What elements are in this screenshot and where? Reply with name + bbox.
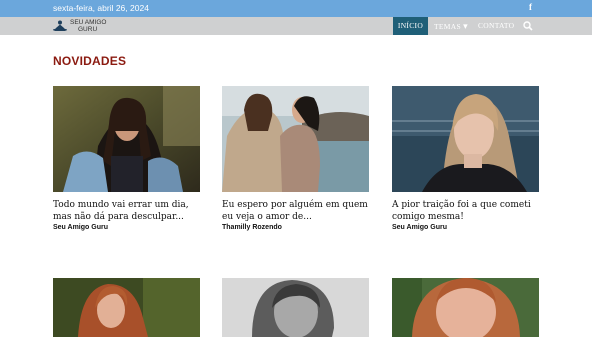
facebook-icon[interactable]: f (529, 2, 532, 12)
nav-temas-label: TEMAS (434, 22, 461, 31)
post-author[interactable]: Seu Amigo Guru (392, 224, 447, 231)
post-title[interactable]: A pior traição foi a que cometi comigo m… (392, 199, 544, 223)
post-author[interactable]: Thamilly Rozendo (222, 224, 282, 231)
post-image-woman-portrait[interactable] (392, 86, 539, 192)
site-logo[interactable]: SEU AMIGO GURU (53, 18, 106, 34)
current-date: sexta-feira, abril 26, 2024 (53, 3, 149, 13)
post-image-freckled-woman[interactable] (392, 278, 539, 342)
logo-line2: GURU (78, 26, 98, 33)
search-icon[interactable] (523, 17, 533, 35)
nav-contato[interactable]: CONTATO (478, 17, 514, 35)
section-title: NOVIDADES (53, 54, 127, 68)
post-title[interactable]: Todo mundo vai errar um dia, mas não dá … (53, 199, 205, 223)
post-image-elderly-woman[interactable] (222, 278, 369, 338)
post-author[interactable]: Seu Amigo Guru (53, 224, 108, 231)
post-card[interactable]: Eu espero por alguém em quem eu veja o a… (222, 86, 369, 231)
post-image-woman-smiling[interactable] (53, 86, 200, 192)
post-card[interactable] (222, 278, 369, 342)
chevron-down-icon: ▾ (463, 21, 468, 31)
post-image-redhead-laughing[interactable] (53, 278, 200, 337)
post-card[interactable]: Todo mundo vai errar um dia, mas não dá … (53, 86, 200, 231)
nav-home[interactable]: INÍCIO (393, 17, 428, 35)
meditating-person-icon (53, 20, 67, 31)
post-card[interactable] (392, 278, 539, 342)
nav-temas[interactable]: TEMAS ▾ (434, 17, 468, 35)
top-bar: sexta-feira, abril 26, 2024 f (0, 0, 592, 17)
post-title[interactable]: Eu espero por alguém em quem eu veja o a… (222, 199, 374, 223)
post-card[interactable]: A pior traição foi a que cometi comigo m… (392, 86, 539, 231)
logo-line1: SEU AMIGO (70, 19, 107, 26)
post-card[interactable] (53, 278, 200, 342)
post-image-couple-embrace[interactable] (222, 86, 369, 192)
navigation-bar: SEU AMIGO GURU INÍCIO TEMAS ▾ CONTATO (0, 17, 592, 35)
